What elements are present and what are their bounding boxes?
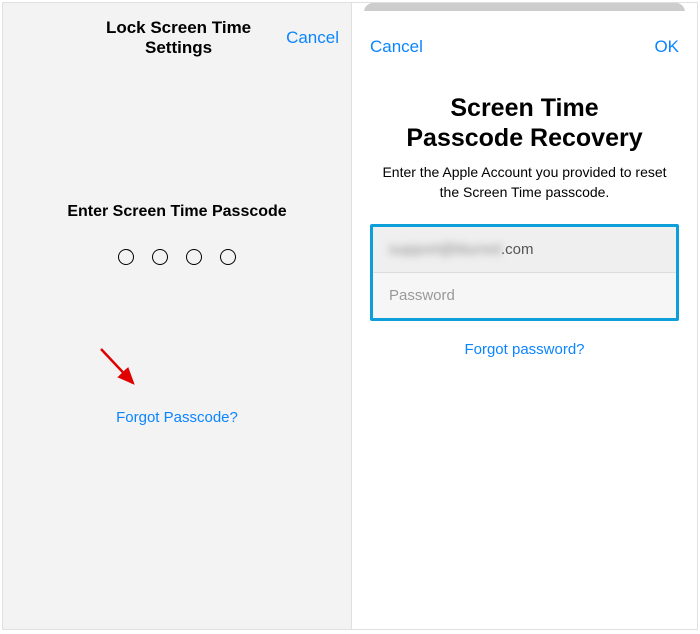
enter-passcode-label: Enter Screen Time Passcode	[3, 203, 351, 221]
passcode-dot	[152, 249, 168, 265]
ok-button[interactable]: OK	[654, 37, 679, 57]
passcode-dots[interactable]	[3, 249, 351, 265]
screenshot-container: Lock Screen Time Settings Cancel Enter S…	[2, 2, 698, 630]
passcode-dot	[186, 249, 202, 265]
recovery-screen: Cancel OK Screen Time Passcode Recovery …	[352, 3, 697, 629]
forgot-passcode-link[interactable]: Forgot Passcode?	[3, 409, 351, 426]
cancel-button[interactable]: Cancel	[370, 37, 423, 57]
passcode-dot	[118, 249, 134, 265]
credentials-form: support@blurred.com Password	[370, 224, 679, 321]
title-line-1: Screen Time	[450, 94, 598, 122]
recovery-title: Screen Time Passcode Recovery	[370, 93, 679, 153]
email-field[interactable]: support@blurred.com	[373, 227, 676, 273]
title-line-2: Passcode Recovery	[406, 124, 642, 152]
email-obscured-text: support@blurred	[389, 241, 501, 258]
recovery-modal: Cancel OK Screen Time Passcode Recovery …	[352, 11, 697, 629]
annotation-arrow-icon	[95, 343, 145, 393]
recovery-subtitle: Enter the Apple Account you provided to …	[370, 163, 679, 202]
passcode-entry-screen: Lock Screen Time Settings Cancel Enter S…	[3, 3, 352, 629]
email-suffix: .com	[501, 241, 534, 258]
modal-header: Cancel OK	[370, 11, 679, 61]
password-field[interactable]: Password	[373, 273, 676, 318]
cancel-button[interactable]: Cancel	[286, 28, 339, 48]
left-header: Lock Screen Time Settings Cancel	[3, 3, 351, 53]
forgot-password-link[interactable]: Forgot password?	[370, 341, 679, 358]
passcode-dot	[220, 249, 236, 265]
screen-title: Lock Screen Time Settings	[71, 18, 286, 58]
